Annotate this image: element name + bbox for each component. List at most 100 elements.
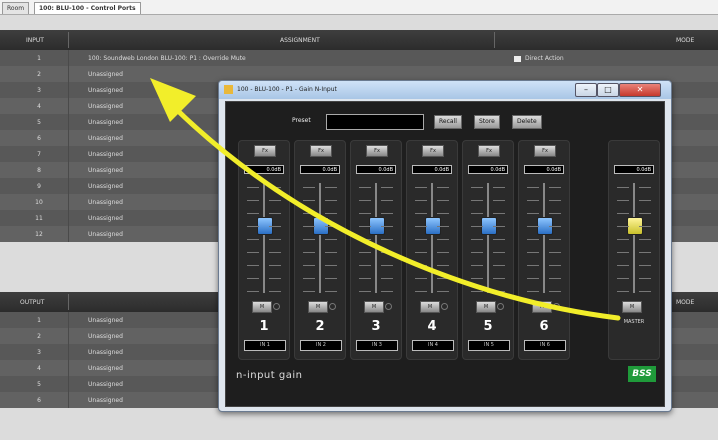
mute-button[interactable]: M [532, 301, 552, 313]
fader-scale-tick [381, 200, 393, 201]
mute-button[interactable]: M [420, 301, 440, 313]
fader-scale-tick [527, 239, 539, 240]
master-gain-readout[interactable]: 0.0dB [614, 165, 654, 174]
fader-scale-tick [269, 226, 281, 227]
row-assignment[interactable]: Unassigned [88, 381, 123, 388]
close-button[interactable]: ✕ [619, 83, 661, 97]
row-assignment[interactable]: Unassigned [88, 151, 123, 158]
fader-track [543, 183, 545, 293]
mute-button[interactable]: M [308, 301, 328, 313]
bss-logo: BSS [628, 366, 656, 382]
row-assignment[interactable]: Unassigned [88, 103, 123, 110]
row-assignment[interactable]: Unassigned [88, 317, 123, 324]
mute-indicator [441, 303, 448, 310]
fader-scale-tick [437, 239, 449, 240]
mute-button[interactable]: M [252, 301, 272, 313]
channel-label[interactable]: IN 3 [356, 340, 398, 351]
fader-scale-tick [325, 239, 337, 240]
fader-scale-tick [247, 226, 259, 227]
gain-readout[interactable]: 0.0dB [300, 165, 340, 174]
row-assignment[interactable]: Unassigned [88, 333, 123, 340]
fader-scale-tick [247, 213, 259, 214]
gain-readout[interactable]: 0.0dB [244, 165, 284, 174]
tab-bar: Room 100: BLU-100 - Control Ports [0, 0, 718, 15]
mute-button[interactable]: M [476, 301, 496, 313]
channel-label[interactable]: IN 6 [524, 340, 566, 351]
fx-button[interactable]: Fx [254, 145, 276, 157]
fader-scale-tick [493, 252, 505, 253]
row-assignment[interactable]: Unassigned [88, 365, 123, 372]
fader-scale-tick [269, 278, 281, 279]
channel-label[interactable]: IN 5 [468, 340, 510, 351]
fader-scale-tick [639, 278, 651, 279]
fader-scale-tick [437, 291, 449, 292]
fx-button[interactable]: Fx [310, 145, 332, 157]
master-mute-button[interactable]: M [622, 301, 642, 313]
fader-scale-tick [493, 187, 505, 188]
channel-label[interactable]: IN 2 [300, 340, 342, 351]
fader-scale-tick [437, 278, 449, 279]
fader-scale-tick [527, 187, 539, 188]
preset-input[interactable] [326, 114, 424, 130]
fader-track [431, 183, 433, 293]
fx-button[interactable]: Fx [534, 145, 556, 157]
row-number: 6 [37, 135, 41, 142]
fader-scale-tick [269, 213, 281, 214]
fx-button[interactable]: Fx [478, 145, 500, 157]
tab-control-ports[interactable]: 100: BLU-100 - Control Ports [34, 2, 141, 14]
fader-scale-tick [325, 252, 337, 253]
row-assignment[interactable]: Unassigned [88, 231, 123, 238]
row-mode[interactable]: Direct Action [514, 55, 564, 62]
fader-scale-tick [617, 291, 629, 292]
gain-readout[interactable]: 0.0dB [468, 165, 508, 174]
mute-indicator [497, 303, 504, 310]
channel-label[interactable]: IN 1 [244, 340, 286, 351]
fader-scale-tick [359, 278, 371, 279]
tab-room[interactable]: Room [2, 2, 30, 14]
row-assignment[interactable]: Unassigned [88, 183, 123, 190]
mute-button[interactable]: M [364, 301, 384, 313]
gain-readout[interactable]: 0.0dB [524, 165, 564, 174]
preset-label: Preset [292, 117, 311, 124]
fx-button[interactable]: Fx [422, 145, 444, 157]
fader-scale-tick [325, 226, 337, 227]
app-icon [224, 85, 233, 94]
fader-scale-tick [247, 200, 259, 201]
row-assignment[interactable]: Unassigned [88, 71, 123, 78]
fader-scale-tick [359, 213, 371, 214]
dialog-title: 100 - BLU-100 - P1 - Gain N-Input [237, 86, 337, 93]
row-assignment[interactable]: Unassigned [88, 349, 123, 356]
fader-scale-tick [437, 226, 449, 227]
fader-scale-tick [493, 239, 505, 240]
row-assignment[interactable]: Unassigned [88, 199, 123, 206]
channel-label[interactable]: IN 4 [412, 340, 454, 351]
row-assignment[interactable]: Unassigned [88, 119, 123, 126]
store-button[interactable]: Store [474, 115, 500, 129]
assignment-col-header: ASSIGNMENT [280, 37, 320, 44]
fader-scale-tick [639, 187, 651, 188]
dialog-title-bar[interactable]: 100 - BLU-100 - P1 - Gain N-Input – □ ✕ [219, 81, 671, 99]
fader-scale-tick [639, 200, 651, 201]
gain-readout[interactable]: 0.0dB [356, 165, 396, 174]
fader-scale-tick [381, 239, 393, 240]
row-assignment[interactable]: 100: Soundweb London BLU-100: P1 : Overr… [88, 55, 246, 62]
fader-scale-tick [381, 213, 393, 214]
minimize-button[interactable]: – [575, 83, 597, 97]
table-row[interactable]: 1 100: Soundweb London BLU-100: P1 : Over… [0, 50, 718, 66]
row-assignment[interactable]: Unassigned [88, 135, 123, 142]
row-assignment[interactable]: Unassigned [88, 215, 123, 222]
fader-scale-tick [471, 187, 483, 188]
row-number: 3 [37, 349, 41, 356]
fx-button[interactable]: Fx [366, 145, 388, 157]
output-mode-col-header: MODE [676, 299, 695, 306]
row-assignment[interactable]: Unassigned [88, 397, 123, 404]
row-number: 10 [35, 199, 43, 206]
gain-readout[interactable]: 0.0dB [412, 165, 452, 174]
recall-button[interactable]: Recall [434, 115, 462, 129]
maximize-button[interactable]: □ [597, 83, 619, 97]
fader-scale-tick [437, 265, 449, 266]
channel-number: 3 [371, 319, 381, 334]
delete-button[interactable]: Delete [512, 115, 542, 129]
row-assignment[interactable]: Unassigned [88, 87, 123, 94]
row-assignment[interactable]: Unassigned [88, 167, 123, 174]
